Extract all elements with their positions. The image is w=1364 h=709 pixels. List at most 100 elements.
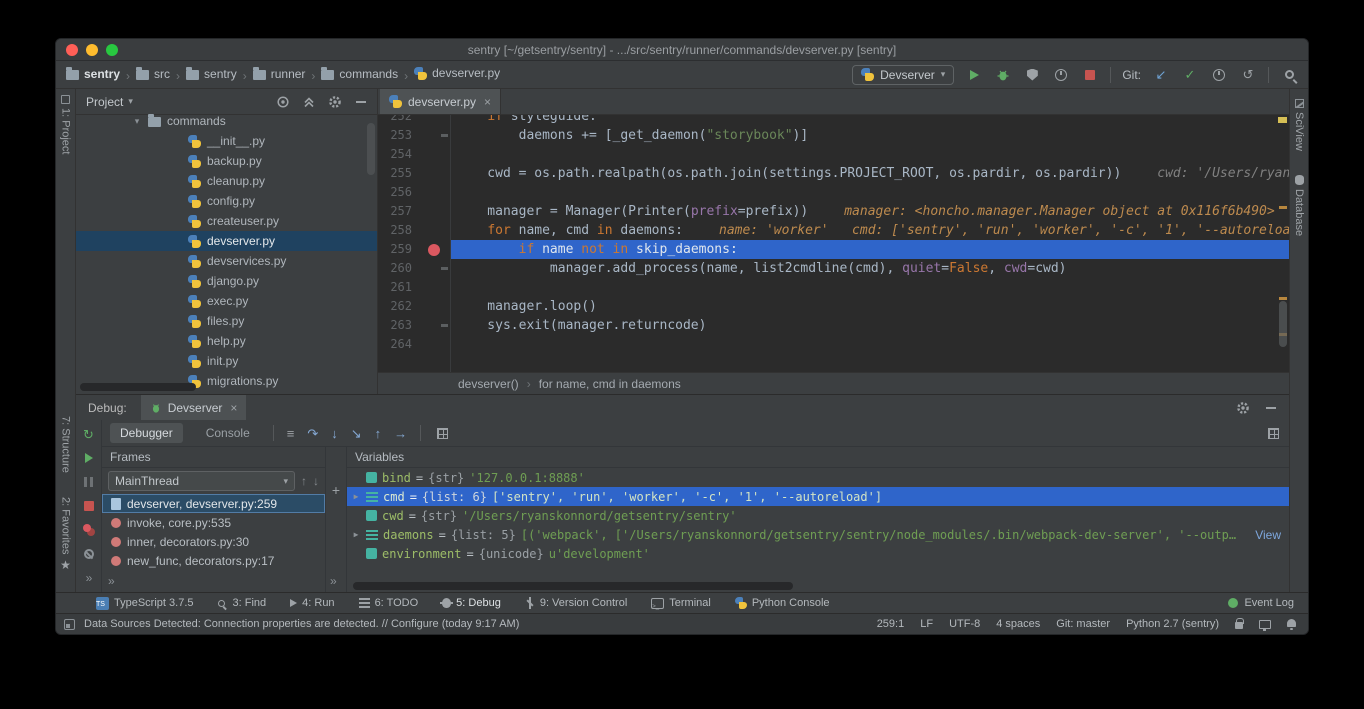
titlebar[interactable]: sentry [~/getsentry/sentry] - .../src/se…: [56, 39, 1308, 61]
toolwindow-switcher-icon[interactable]: [64, 619, 75, 630]
minimize-window-button[interactable]: [86, 44, 98, 56]
profiler-button[interactable]: [1052, 66, 1070, 84]
editor-error-stripe[interactable]: [1276, 115, 1289, 372]
project-tree-item[interactable]: devservices.py: [76, 251, 377, 271]
fold-marker[interactable]: [441, 134, 448, 137]
expand-toggle-icon[interactable]: ▶: [351, 492, 361, 501]
more-actions-chevron[interactable]: »: [330, 574, 336, 588]
toolwindow-button[interactable]: 9: Version Control: [525, 597, 627, 609]
code-line[interactable]: daemons += [_get_daemon("storybook")]: [450, 126, 1289, 145]
step-over-button[interactable]: ↷: [307, 427, 318, 440]
project-settings-button[interactable]: [327, 94, 343, 110]
run-to-cursor-button[interactable]: →: [394, 427, 407, 440]
code-line[interactable]: [450, 278, 1289, 297]
mute-breakpoints-button[interactable]: [81, 547, 97, 561]
more-actions-chevron[interactable]: »: [86, 571, 92, 585]
tab-devserver-py[interactable]: devserver.py ×: [380, 89, 501, 114]
line-number[interactable]: 257: [378, 202, 450, 221]
chevron-down-icon[interactable]: ▾: [128, 96, 133, 107]
layout-menu-button[interactable]: ≡: [287, 427, 295, 440]
variable-row[interactable]: cwd={str}'/Users/ryanskonnord/getsentry/…: [347, 506, 1289, 525]
git-branch[interactable]: Git: master: [1056, 618, 1110, 630]
stack-frame-row[interactable]: inner, decorators.py:30: [102, 532, 325, 551]
project-tree-item[interactable]: files.py: [76, 311, 377, 331]
run-with-coverage-button[interactable]: [1023, 66, 1041, 84]
expand-toggle-icon[interactable]: ▶: [351, 530, 361, 539]
code-line[interactable]: manager.add_process(name, list2cmdline(c…: [450, 259, 1289, 278]
next-frame-button[interactable]: ↓: [313, 474, 319, 488]
previous-frame-button[interactable]: ↑: [301, 474, 307, 488]
fold-marker[interactable]: [441, 267, 448, 270]
toolwindow-structure-button[interactable]: 7: Structure: [56, 416, 75, 473]
editor-scrollbar-thumb[interactable]: [1279, 301, 1287, 347]
screen-share-icon[interactable]: [1259, 620, 1271, 629]
editor-breadcrumb-item[interactable]: devserver(): [458, 377, 519, 391]
code-line[interactable]: [450, 145, 1289, 164]
run-button[interactable]: [965, 66, 983, 84]
project-tree-item[interactable]: cleanup.py: [76, 171, 377, 191]
tab-console[interactable]: Console: [196, 423, 260, 443]
project-tree-item[interactable]: help.py: [76, 331, 377, 351]
resume-button[interactable]: [81, 451, 97, 465]
toolwindow-button[interactable]: 6: TODO: [359, 597, 419, 609]
stop-button[interactable]: [81, 499, 97, 513]
step-out-button[interactable]: ↑: [375, 427, 382, 440]
project-tree-item[interactable]: exec.py: [76, 291, 377, 311]
hide-debug-panel-button[interactable]: [1263, 400, 1279, 416]
stack-frame-row[interactable]: devserver, devserver.py:259: [102, 494, 325, 513]
project-vertical-scrollbar[interactable]: [367, 123, 375, 175]
line-separator[interactable]: LF: [920, 618, 933, 630]
line-number[interactable]: 264: [378, 335, 450, 354]
line-number[interactable]: 262: [378, 297, 450, 316]
close-window-button[interactable]: [66, 44, 78, 56]
close-tab-icon[interactable]: ×: [484, 95, 491, 109]
code-line[interactable]: cwd = os.path.realpath(os.path.join(sett…: [450, 164, 1289, 183]
code-line[interactable]: manager = Manager(Printer(prefix=prefix)…: [450, 202, 1289, 221]
search-everywhere-button[interactable]: [1280, 66, 1298, 84]
breadcrumb-item[interactable]: runner: [253, 67, 306, 81]
project-tree-item[interactable]: config.py: [76, 191, 377, 211]
code-line[interactable]: if name not in skip_daemons:: [450, 240, 1289, 259]
line-number[interactable]: 263: [378, 316, 450, 335]
breadcrumb-item[interactable]: sentry: [186, 67, 237, 81]
debug-settings-button[interactable]: [1235, 400, 1251, 416]
line-number[interactable]: 260: [378, 259, 450, 278]
project-tree-item[interactable]: createuser.py: [76, 211, 377, 231]
variable-row[interactable]: environment={unicode}u'development': [347, 544, 1289, 563]
project-tree-item[interactable]: devserver.py: [76, 231, 377, 251]
breadcrumb-item[interactable]: src: [136, 67, 170, 81]
breakpoint-icon[interactable]: [428, 244, 440, 256]
commit-button[interactable]: ✓: [1181, 66, 1199, 84]
more-actions-chevron[interactable]: »: [108, 574, 114, 588]
code-line[interactable]: sys.exit(manager.returncode): [450, 316, 1289, 335]
stack-frame-row[interactable]: new_func, decorators.py:17: [102, 551, 325, 570]
toolwindow-button[interactable]: TypeScript 3.7.5: [96, 597, 194, 610]
project-panel-title[interactable]: Project: [86, 95, 123, 109]
close-tab-icon[interactable]: ×: [230, 401, 237, 415]
toolwindow-favorites-button[interactable]: 2: Favorites ★: [56, 497, 75, 572]
add-watch-button[interactable]: +: [332, 483, 340, 497]
debug-session-tab[interactable]: Devserver ×: [141, 395, 247, 420]
toolwindow-button[interactable]: 3: Find: [218, 597, 267, 609]
line-number[interactable]: 255: [378, 164, 450, 183]
code-line[interactable]: [450, 335, 1289, 354]
history-button[interactable]: [1210, 66, 1228, 84]
variables-horizontal-scrollbar[interactable]: [353, 582, 793, 590]
collapse-all-button[interactable]: [301, 94, 317, 110]
project-horizontal-scrollbar[interactable]: [80, 383, 196, 391]
project-tree-item[interactable]: init.py: [76, 351, 377, 371]
editor-breadcrumb-item[interactable]: for name, cmd in daemons: [539, 377, 681, 391]
code-line[interactable]: for name, cmd in daemons:name: 'worker' …: [450, 221, 1289, 240]
update-project-button[interactable]: ↙: [1152, 66, 1170, 84]
line-number[interactable]: 261: [378, 278, 450, 297]
status-message[interactable]: Data Sources Detected: Connection proper…: [84, 618, 519, 630]
project-tree-item[interactable]: ▾commands: [76, 111, 377, 131]
pause-button[interactable]: [81, 475, 97, 489]
locate-file-button[interactable]: [275, 94, 291, 110]
view-link[interactable]: View: [1245, 528, 1281, 542]
rollback-button[interactable]: ↺: [1239, 66, 1257, 84]
breadcrumb-item[interactable]: devserver.py: [414, 66, 500, 80]
hide-project-panel-button[interactable]: [353, 94, 369, 110]
breadcrumb-item[interactable]: sentry: [66, 67, 120, 81]
line-number[interactable]: 253: [378, 126, 450, 145]
